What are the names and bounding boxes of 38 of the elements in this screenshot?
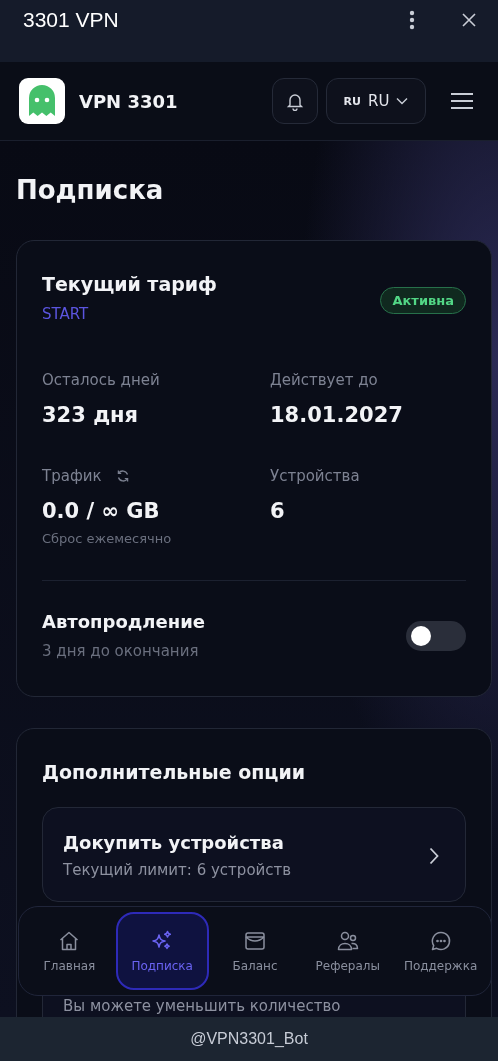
bot-username: @VPN3301_Bot (190, 1030, 308, 1048)
notifications-button[interactable] (272, 78, 318, 124)
chevron-right-icon (429, 846, 439, 865)
brand-name: VPN 3301 (79, 90, 178, 112)
stat-note: Сброс ежемесячно (42, 531, 173, 546)
auto-renew-note: 3 дня до окончания (42, 642, 200, 660)
stat-value: 323 дня (42, 403, 140, 427)
nav-tab[interactable]: Главная (23, 912, 116, 990)
plan-name: START (42, 305, 90, 323)
nav-tab[interactable]: Подписка (115, 912, 209, 990)
wallet-icon (243, 929, 267, 953)
refresh-icon[interactable] (115, 469, 130, 483)
options-title: Дополнительные опции (42, 761, 307, 783)
people-icon (335, 929, 360, 953)
menu-icon[interactable] (450, 92, 474, 110)
nav-tab[interactable]: Рефералы (301, 912, 395, 990)
stat-label: Трафик (42, 467, 102, 485)
stat-value: 0.0 / ∞ GB (42, 499, 161, 523)
status-badge: Активна (380, 287, 466, 314)
stat-value: 6 (270, 499, 286, 523)
window-title: 3301 VPN (23, 8, 120, 32)
close-icon[interactable] (462, 13, 476, 27)
stat-label: Устройства (270, 467, 360, 485)
nav-tab[interactable]: Поддержка (394, 912, 487, 990)
auto-renew-label: Автопродление (42, 611, 205, 632)
plan-title: Текущий тариф (42, 273, 217, 295)
nav-tab[interactable]: Баланс (208, 912, 302, 990)
stat-label: Действует до (270, 371, 378, 389)
chevron-down-icon (396, 97, 409, 105)
language-selector[interactable]: RU RU (326, 78, 426, 124)
stat-label: Осталось дней (42, 371, 160, 389)
bell-icon (285, 91, 305, 111)
more-icon[interactable] (409, 10, 415, 30)
stat-value: 18.01.2027 (270, 403, 404, 427)
ghost-logo-icon (19, 78, 65, 124)
option-item[interactable]: Докупить устройства Текущий лимит: 6 устройств (42, 807, 466, 902)
page-title: Подписка (16, 175, 165, 205)
auto-renew-toggle[interactable] (406, 620, 466, 651)
